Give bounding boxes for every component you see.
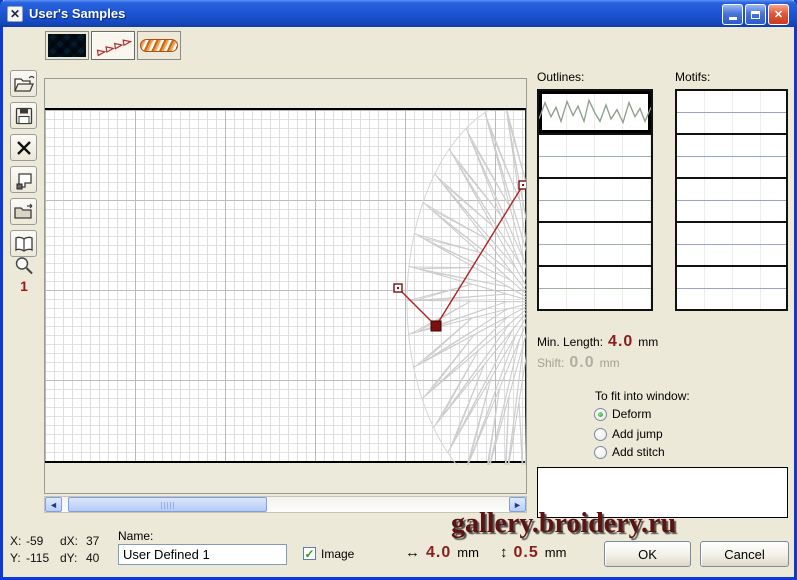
save-button[interactable] bbox=[10, 102, 37, 129]
name-input[interactable] bbox=[118, 544, 287, 565]
fit-into-window-label: To fit into window: bbox=[595, 389, 690, 403]
height-arrow-icon: ↕ bbox=[500, 544, 508, 561]
fill-pattern-icon bbox=[48, 34, 86, 57]
save-floppy-icon bbox=[14, 106, 34, 126]
width-arrow-icon: ↔ bbox=[405, 544, 420, 561]
stitch-canvas[interactable] bbox=[44, 78, 527, 494]
min-length-unit: mm bbox=[638, 335, 658, 349]
close-button[interactable]: ✕ bbox=[768, 4, 789, 25]
triangle-outline-icon bbox=[94, 35, 132, 57]
radio-add-stitch-label: Add stitch bbox=[612, 445, 665, 459]
motif-slot[interactable] bbox=[677, 179, 786, 223]
contour-edit-button[interactable] bbox=[10, 166, 37, 193]
outline-slot[interactable] bbox=[539, 223, 651, 267]
zoom-level-value: 1 bbox=[14, 278, 34, 294]
motif-slot[interactable] bbox=[677, 135, 786, 179]
shift-unit: mm bbox=[600, 356, 620, 370]
height-unit: mm bbox=[545, 545, 567, 560]
minimize-button[interactable] bbox=[722, 4, 743, 25]
coordinates-readout: X:-59dX:37 Y:-115dY:40 bbox=[10, 533, 99, 567]
shift-label: Shift: bbox=[537, 356, 564, 370]
image-checkbox[interactable]: ✓ bbox=[303, 547, 316, 560]
book-icon bbox=[13, 234, 35, 254]
users-samples-dialog: ✕ User's Samples ✕ bbox=[0, 0, 797, 580]
min-length-value: 4.0 bbox=[608, 333, 633, 351]
width-dimension: ↔ 4.0 mm bbox=[405, 544, 479, 562]
height-dimension: ↕ 0.5 mm bbox=[500, 544, 566, 562]
ok-button[interactable]: OK bbox=[604, 541, 691, 567]
cancel-button[interactable]: Cancel bbox=[700, 541, 789, 567]
shift-row: Shift: 0.0 mm bbox=[537, 354, 620, 372]
minimize-icon bbox=[729, 17, 737, 20]
image-checkbox-label: Image bbox=[321, 547, 354, 561]
x-value: -59 bbox=[26, 533, 60, 550]
width-value: 4.0 bbox=[426, 544, 451, 562]
radio-row-add-jump[interactable]: Add jump bbox=[594, 427, 663, 441]
radio-deform[interactable] bbox=[594, 408, 607, 421]
export-folder-icon bbox=[13, 202, 35, 222]
outline-slot[interactable] bbox=[539, 179, 651, 223]
dy-value: 40 bbox=[86, 550, 99, 567]
window-title: User's Samples bbox=[29, 6, 125, 21]
outline-pattern-button[interactable] bbox=[91, 31, 135, 60]
watermark-text: gallery.broidery.ru bbox=[451, 508, 771, 540]
motif-slot[interactable] bbox=[677, 267, 786, 311]
canvas-grid[interactable] bbox=[45, 108, 526, 463]
outlines-list bbox=[537, 89, 653, 311]
outline-slot[interactable] bbox=[539, 135, 651, 179]
contour-edit-icon bbox=[14, 170, 34, 190]
width-unit: mm bbox=[457, 545, 479, 560]
outlines-label: Outlines: bbox=[537, 70, 584, 84]
open-button[interactable] bbox=[10, 70, 37, 97]
magnifier-icon bbox=[13, 255, 35, 277]
app-icon: ✕ bbox=[7, 6, 23, 22]
radio-add-stitch[interactable] bbox=[594, 446, 607, 459]
stitch-canvas-svg[interactable] bbox=[45, 110, 526, 465]
export-button[interactable] bbox=[10, 198, 37, 225]
dx-label: dX: bbox=[60, 533, 86, 550]
delete-button[interactable] bbox=[10, 134, 37, 161]
outline-slot-selected[interactable] bbox=[539, 91, 651, 135]
scrollbar-grip-icon bbox=[161, 502, 175, 509]
outline-zigzag-sample bbox=[539, 91, 651, 133]
delete-x-icon bbox=[15, 139, 33, 157]
radio-add-jump[interactable] bbox=[594, 428, 607, 441]
outline-slot[interactable] bbox=[539, 267, 651, 311]
scroll-left-button[interactable]: ◄ bbox=[45, 497, 62, 512]
rope-pattern-button[interactable] bbox=[137, 31, 181, 60]
maximize-icon bbox=[751, 11, 760, 19]
dx-value: 37 bbox=[86, 533, 99, 550]
rope-pattern-icon bbox=[140, 39, 178, 52]
scrollbar-thumb[interactable] bbox=[68, 497, 267, 512]
library-button[interactable] bbox=[10, 230, 37, 257]
y-value: -115 bbox=[26, 550, 60, 567]
motifs-label: Motifs: bbox=[675, 70, 710, 84]
dy-label: dY: bbox=[60, 550, 86, 567]
x-label: X: bbox=[10, 533, 26, 550]
y-label: Y: bbox=[10, 550, 26, 567]
height-value: 0.5 bbox=[514, 544, 539, 562]
motif-slot[interactable] bbox=[677, 91, 786, 135]
min-length-label: Min. Length: bbox=[537, 335, 603, 349]
title-bar[interactable]: ✕ User's Samples ✕ bbox=[0, 0, 797, 27]
radio-add-jump-label: Add jump bbox=[612, 427, 663, 441]
open-folder-icon bbox=[13, 74, 35, 94]
name-label: Name: bbox=[118, 529, 153, 543]
fill-pattern-button[interactable] bbox=[45, 31, 89, 60]
shift-value: 0.0 bbox=[569, 354, 594, 372]
radio-row-add-stitch[interactable]: Add stitch bbox=[594, 445, 665, 459]
maximize-button[interactable] bbox=[745, 4, 766, 25]
motifs-list bbox=[675, 89, 788, 311]
motif-slot[interactable] bbox=[677, 223, 786, 267]
radio-deform-label: Deform bbox=[612, 407, 651, 421]
radio-row-deform[interactable]: Deform bbox=[594, 407, 651, 421]
min-length-row: Min. Length: 4.0 mm bbox=[537, 333, 658, 351]
